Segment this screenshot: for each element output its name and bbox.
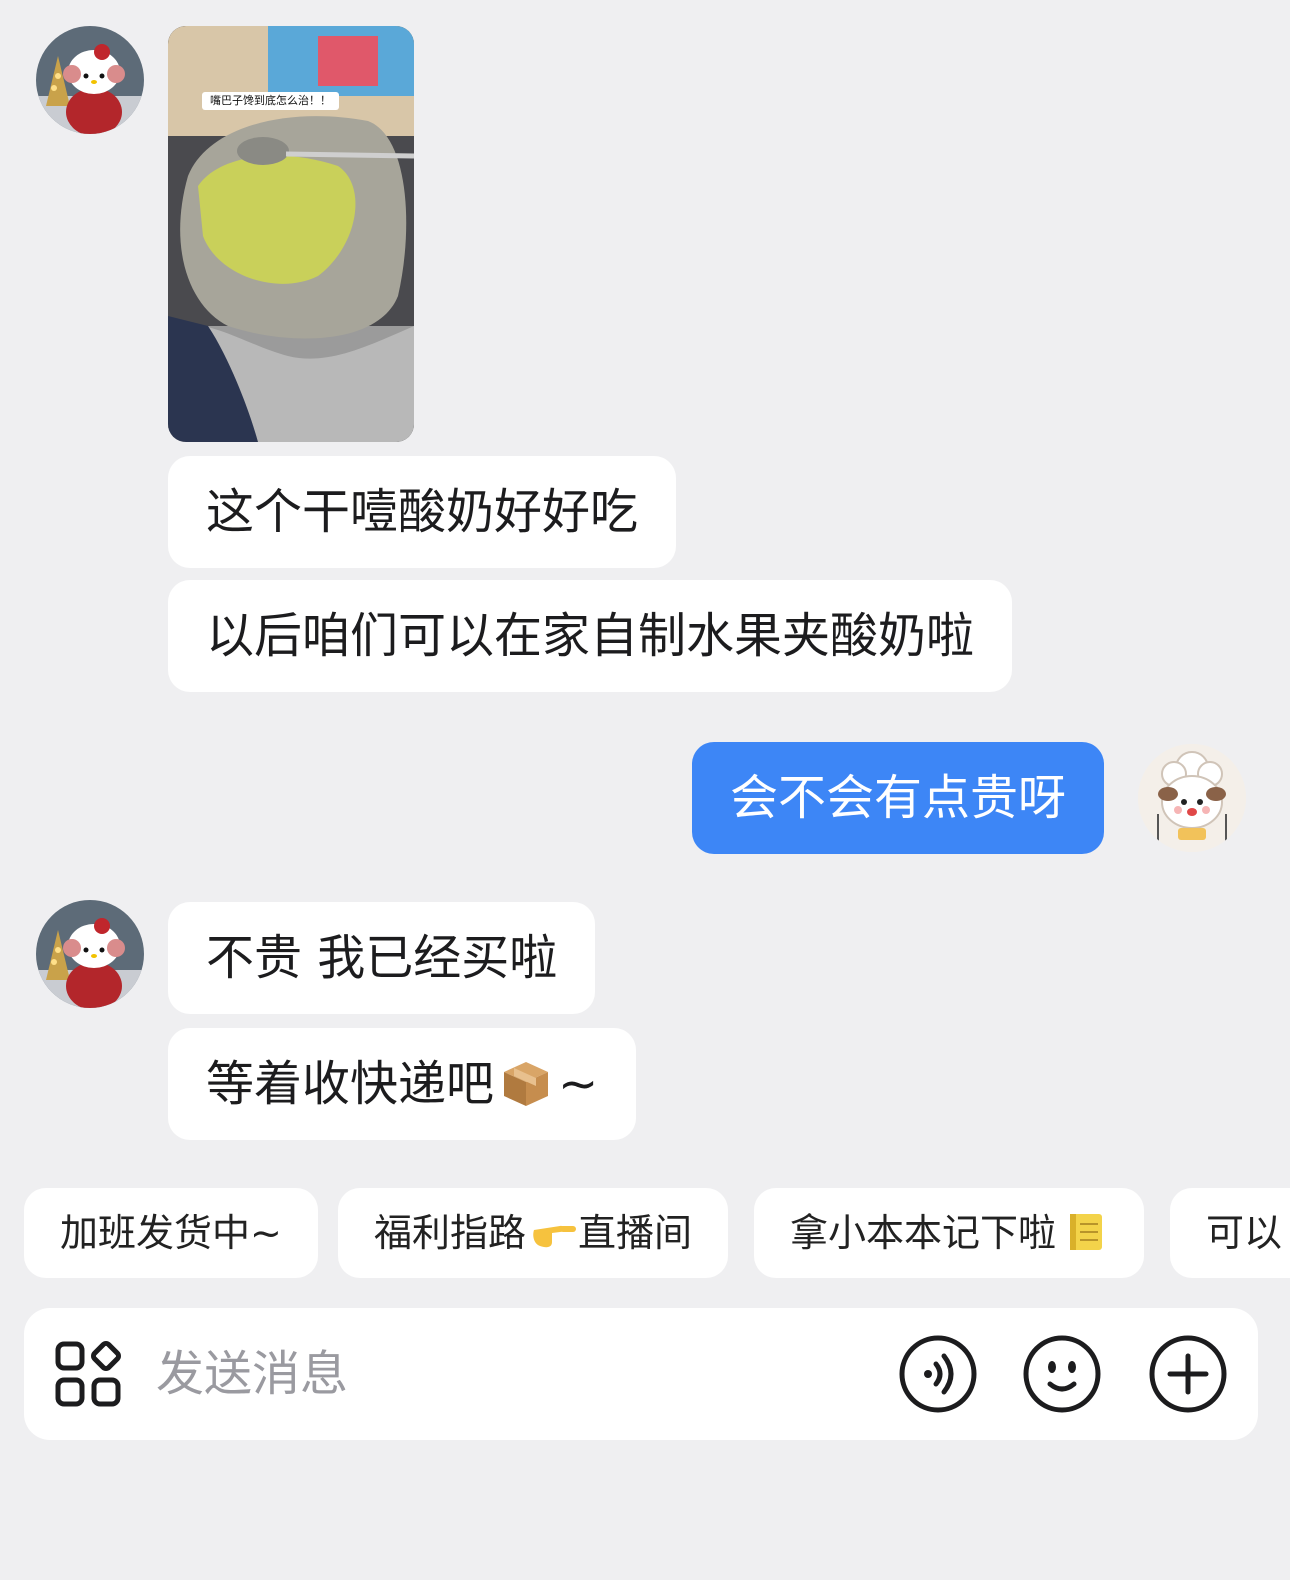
package-emoji: [504, 1062, 549, 1106]
message-bubble[interactable]: 以后咱们可以在家自制水果夹酸奶啦: [168, 580, 1013, 692]
message-text: 以后咱们可以在家自制水果夹酸奶啦: [206, 608, 975, 664]
message-input-bar: 发送消息: [24, 1308, 1258, 1440]
chip-label: 加班发货中~: [60, 1211, 282, 1255]
quick-reply-chip[interactable]: 福利指路 直播间: [338, 1188, 729, 1278]
message-text: 不贵 我已经买啦: [206, 930, 558, 986]
chip-label: 可以: [1206, 1211, 1283, 1255]
message-suffix: ~: [558, 1056, 599, 1112]
chip-label: 福利指路: [374, 1211, 527, 1255]
chip-label-after: 直播间: [578, 1211, 693, 1255]
message-text: 等着收快递吧: [206, 1056, 495, 1112]
self-avatar[interactable]: [1138, 744, 1246, 852]
notebook-emoji: [1070, 1214, 1103, 1250]
voice-icon[interactable]: [898, 1334, 978, 1414]
image-message[interactable]: 嘴巴子馋到底怎么治！！: [168, 26, 414, 442]
contact-avatar[interactable]: [36, 26, 144, 134]
message-text: 会不会有点贵呀: [730, 770, 1067, 826]
chip-label: 拿小本本记下啦: [790, 1211, 1057, 1255]
quick-reply-chip[interactable]: 可以: [1170, 1188, 1290, 1278]
message-input[interactable]: 发送消息: [156, 1308, 348, 1440]
sent-message-bubble[interactable]: 会不会有点贵呀: [692, 742, 1105, 854]
quick-reply-chip[interactable]: 拿小本本记下啦: [754, 1188, 1145, 1278]
message-text: 这个干噎酸奶好好吃: [206, 484, 639, 540]
quick-replies: 加班发货中~ 福利指路 直播间 拿小本本记下啦 可以: [0, 1188, 1290, 1280]
image-caption: 嘴巴子馋到底怎么治！！: [202, 92, 339, 110]
message-bubble[interactable]: 不贵 我已经买啦: [168, 902, 596, 1014]
message-bubble[interactable]: 等着收快递吧 ~: [168, 1028, 637, 1140]
emoji-icon[interactable]: [1022, 1334, 1102, 1414]
apps-icon[interactable]: [54, 1340, 122, 1408]
contact-avatar[interactable]: [36, 900, 144, 1008]
message-bubble[interactable]: 这个干噎酸奶好好吃: [168, 456, 677, 568]
plus-icon[interactable]: [1148, 1334, 1228, 1414]
quick-reply-chip[interactable]: 加班发货中~: [24, 1188, 318, 1278]
pointing-hand-emoji: [533, 1225, 577, 1248]
